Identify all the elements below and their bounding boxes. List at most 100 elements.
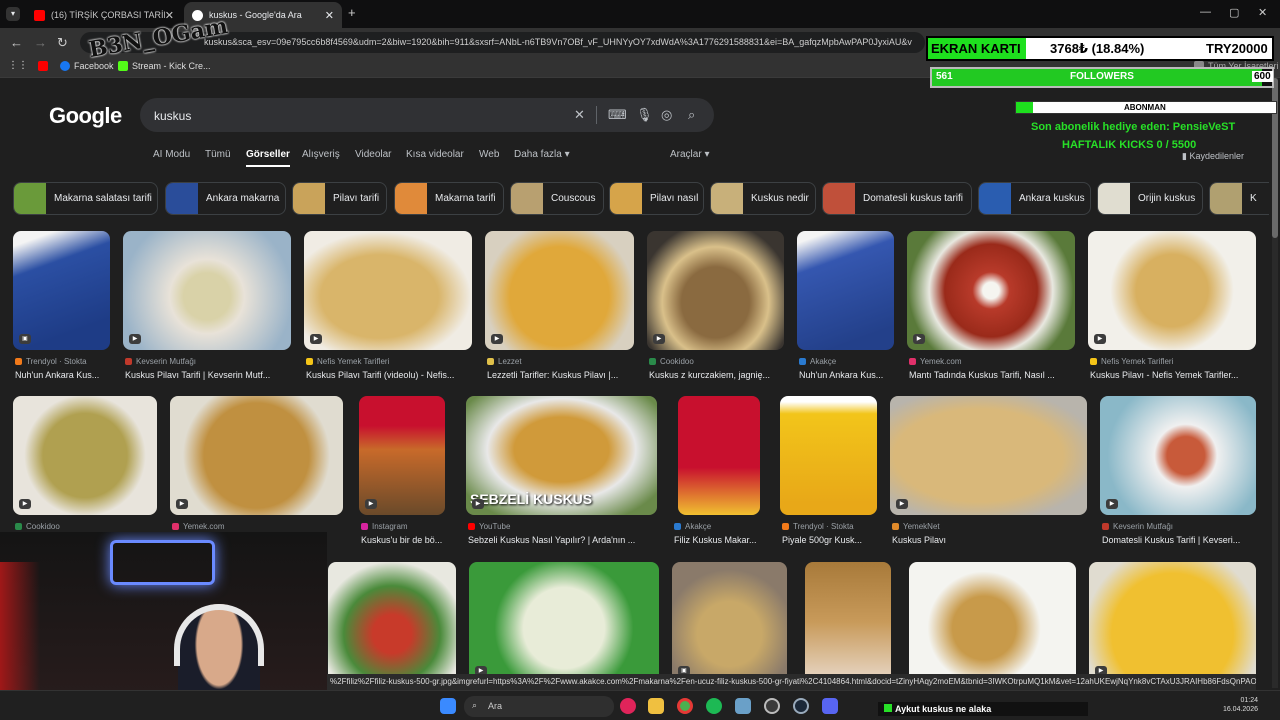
- nav-short-videos[interactable]: Kısa videolar: [406, 149, 464, 160]
- image-result[interactable]: ▶ Kevserin Mutfağı Kuskus Pilavı Tarifi | …: [123, 231, 291, 381]
- result-image[interactable]: ▶: [890, 396, 1087, 515]
- clear-icon[interactable]: ✕: [574, 107, 585, 123]
- search-box[interactable]: kuskus ✕ ⌨ 🎙 ◎ ⌕: [140, 98, 714, 132]
- search-icon[interactable]: ⌕: [688, 107, 695, 123]
- google-logo[interactable]: Google: [49, 103, 122, 129]
- image-result[interactable]: Akakçe Nuh'un Ankara Kus...: [797, 231, 894, 381]
- saved-button[interactable]: ▮ Kaydedilenler: [1182, 151, 1244, 162]
- chip[interactable]: Orijin kuskus: [1097, 182, 1203, 215]
- windows-start-icon[interactable]: [440, 698, 456, 714]
- spotify-icon[interactable]: [706, 698, 722, 714]
- chrome-icon[interactable]: [677, 698, 693, 714]
- chip[interactable]: Pilavı tarifi: [292, 182, 387, 215]
- result-title[interactable]: Domatesli Kuskus Tarifi | Kevseri...: [1102, 535, 1258, 545]
- chip[interactable]: Ankara kuskus: [978, 182, 1091, 215]
- result-image[interactable]: ▶: [123, 231, 291, 350]
- result-image[interactable]: ▶: [469, 562, 659, 682]
- result-image[interactable]: [797, 231, 894, 350]
- image-result[interactable]: ▶ Cookidoo Kuskus z kurczakiem, jagnię...: [647, 231, 784, 381]
- back-icon[interactable]: ←: [10, 35, 23, 50]
- new-tab-button[interactable]: +: [348, 5, 356, 20]
- image-result[interactable]: SEBZELİ KUSKUS ▶ YouTube Sebzeli Kuskus Nas…: [466, 396, 657, 546]
- system-clock[interactable]: 01:24 16.04.2026: [1223, 696, 1258, 714]
- nav-videos[interactable]: Videolar: [355, 149, 392, 160]
- result-image[interactable]: ▶: [907, 231, 1075, 350]
- result-image[interactable]: ▶: [170, 396, 343, 515]
- result-image[interactable]: ▶: [647, 231, 784, 350]
- result-image[interactable]: ▶: [1089, 562, 1256, 682]
- result-title[interactable]: Kuskus Pilavı Tarifi | Kevserin Mutf...: [125, 370, 293, 380]
- nav-shopping[interactable]: Alışveriş: [302, 149, 340, 160]
- result-image[interactable]: [909, 562, 1076, 682]
- search-input[interactable]: kuskus: [154, 109, 191, 123]
- lens-icon[interactable]: ◎: [661, 107, 672, 123]
- image-result[interactable]: ▶ Lezzet Lezzetli Tarifler: Kuskus Pilavı …: [485, 231, 634, 381]
- steam-icon[interactable]: [793, 698, 809, 714]
- result-image[interactable]: [780, 396, 877, 515]
- result-title[interactable]: Sebzeli Kuskus Nasıl Yapılır? | Arda'nın…: [468, 535, 659, 545]
- image-result[interactable]: ▶ Nefis Yemek Tarifleri Kuskus Pilavı - Ne…: [1088, 231, 1256, 381]
- chip[interactable]: Pilavı nasıl: [609, 182, 704, 215]
- result-title[interactable]: Filiz Kuskus Makar...: [674, 535, 769, 545]
- image-result[interactable]: ▶ Kevserin Mutfağı Domatesli Kuskus Tarifi…: [1100, 396, 1256, 546]
- bookmark-facebook[interactable]: Facebook: [60, 61, 114, 71]
- forward-icon[interactable]: →: [34, 35, 47, 50]
- nav-more[interactable]: Daha fazla ▾: [514, 149, 570, 160]
- result-image[interactable]: ▶: [1088, 231, 1256, 350]
- nav-web[interactable]: Web: [479, 149, 499, 160]
- discord-icon[interactable]: [822, 698, 838, 714]
- image-result[interactable]: ▣ Trendyol · Stokta Nuh'un Ankara Kus...: [13, 231, 110, 381]
- reload-icon[interactable]: ↻: [57, 35, 68, 51]
- chip[interactable]: Ankara makarna: [165, 182, 286, 215]
- result-image[interactable]: ▣: [13, 231, 110, 350]
- result-title[interactable]: Piyale 500gr Kusk...: [782, 535, 879, 545]
- image-result[interactable]: ▶ Nefis Yemek Tarifleri Kuskus Pilavı Tari…: [304, 231, 472, 381]
- scrollbar[interactable]: [1272, 78, 1278, 688]
- result-image[interactable]: [805, 562, 891, 682]
- close-window-icon[interactable]: ✕: [1258, 6, 1267, 19]
- result-image[interactable]: ▶: [13, 396, 157, 515]
- result-image[interactable]: ▶: [1100, 396, 1256, 515]
- image-result[interactable]: Akakçe Filiz Kuskus Makar...: [672, 396, 767, 546]
- bookmark-kick[interactable]: Stream - Kick Cre...: [118, 61, 211, 71]
- result-image[interactable]: SEBZELİ KUSKUS ▶: [466, 396, 657, 515]
- result-title[interactable]: Nuh'un Ankara Kus...: [15, 370, 112, 380]
- apps-icon[interactable]: ⋮⋮: [8, 60, 28, 71]
- image-result[interactable]: ▶ Yemek.com: [170, 396, 343, 546]
- chip[interactable]: K: [1209, 182, 1269, 215]
- maximize-icon[interactable]: ▢: [1229, 6, 1239, 19]
- image-result[interactable]: ▶ YemekNet Kuskus Pilavı: [890, 396, 1087, 546]
- microphone-icon[interactable]: 🎙: [636, 107, 653, 123]
- result-image[interactable]: ▶: [485, 231, 634, 350]
- result-title[interactable]: Mantı Tadında Kuskus Tarifi, Nasıl ...: [909, 370, 1077, 380]
- image-result[interactable]: Trendyol · Stokta Piyale 500gr Kusk...: [780, 396, 877, 546]
- keyboard-icon[interactable]: ⌨: [608, 107, 627, 123]
- result-image[interactable]: ▶: [304, 231, 472, 350]
- chip[interactable]: Couscous: [510, 182, 604, 215]
- media-player-icon[interactable]: [620, 698, 636, 714]
- result-image[interactable]: [678, 396, 760, 515]
- nav-ai-mode[interactable]: AI Modu: [153, 149, 190, 160]
- tab-search-button[interactable]: ▾: [6, 7, 20, 21]
- result-title[interactable]: Lezzetli Tarifler: Kuskus Pilavı |...: [487, 370, 636, 380]
- app-icon[interactable]: [735, 698, 751, 714]
- result-image[interactable]: ▶: [359, 396, 445, 515]
- close-tab-icon[interactable]: ✕: [325, 9, 334, 22]
- result-image[interactable]: ▣: [672, 562, 787, 682]
- chip[interactable]: Kuskus nedir: [710, 182, 816, 215]
- nav-all[interactable]: Tümü: [205, 149, 231, 160]
- close-tab-icon[interactable]: ✕: [165, 9, 174, 22]
- chip[interactable]: Makarna salatası tarifi: [13, 182, 158, 215]
- image-result[interactable]: ▶ Yemek.com Mantı Tadında Kuskus Tarifi, N…: [907, 231, 1075, 381]
- folder-icon[interactable]: [648, 698, 664, 714]
- result-title[interactable]: Kuskus z kurczakiem, jagnię...: [649, 370, 786, 380]
- result-image[interactable]: [328, 562, 456, 682]
- result-title[interactable]: Kuskus'u bir de bö...: [361, 535, 451, 545]
- result-title[interactable]: Nuh'un Ankara Kus...: [799, 370, 896, 380]
- result-title[interactable]: Kuskus Pilavı Tarifi (videolu) - Nefis..…: [306, 370, 474, 380]
- minimize-icon[interactable]: —: [1200, 6, 1211, 18]
- obs-icon[interactable]: [764, 698, 780, 714]
- taskbar-search[interactable]: ⌕ Ara: [464, 696, 614, 717]
- tools-button[interactable]: Araçlar ▾: [670, 149, 709, 160]
- chip[interactable]: Domatesli kuskus tarifi: [822, 182, 972, 215]
